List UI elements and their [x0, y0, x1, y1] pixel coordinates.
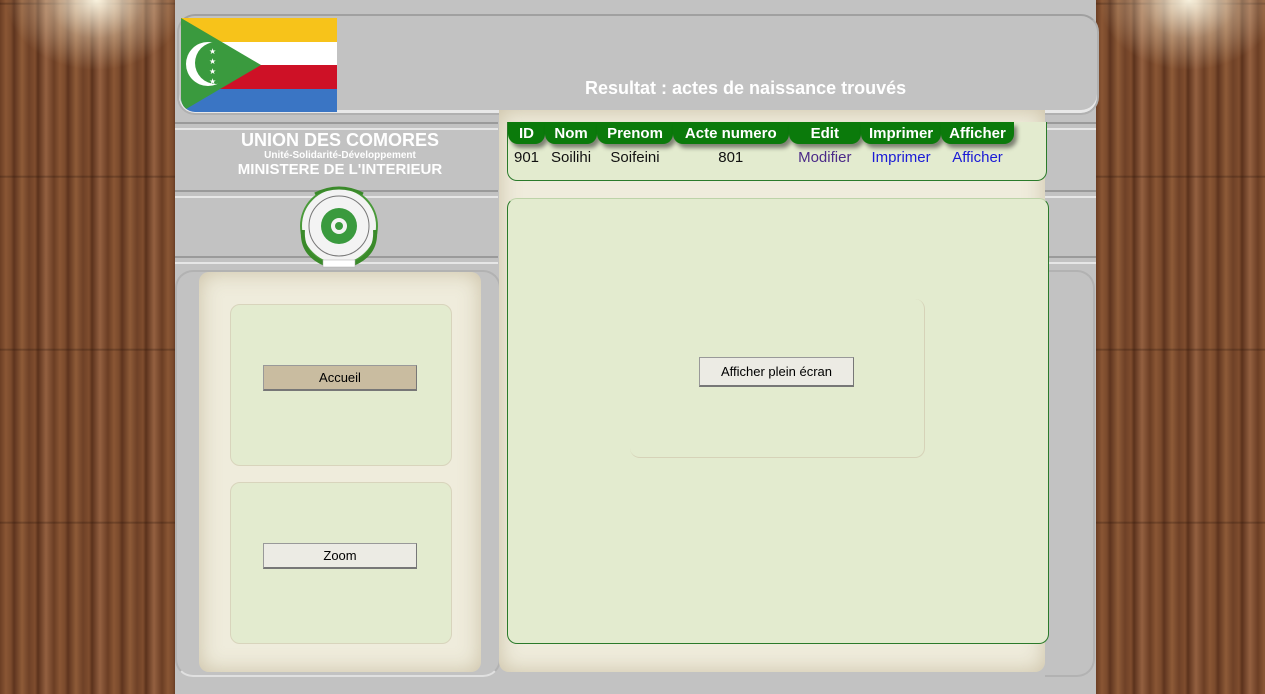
column-header-nom: Nom: [545, 122, 598, 144]
divider: [1045, 122, 1096, 130]
content-panel: ID Nom Prenom Acte numero Edit Imprimer …: [499, 110, 1049, 672]
divider: [1045, 190, 1096, 198]
right-frame: [1045, 270, 1095, 677]
cell-prenom: Soifeini: [610, 148, 660, 166]
page-container: ★ ★ ★ ★ Resultat : actes de naissance tr…: [175, 0, 1099, 694]
column-header-edit: Edit: [788, 122, 861, 144]
column-header-id: ID: [508, 122, 546, 144]
national-emblem-icon: [300, 186, 378, 268]
column-header-imprimer: Imprimer: [860, 122, 942, 144]
page-title: Resultat : actes de naissance trouvés: [585, 78, 907, 98]
fullscreen-button[interactable]: Afficher plein écran: [699, 357, 854, 387]
cell-acte-numero: 801: [718, 148, 744, 166]
column-header-afficher: Afficher: [941, 122, 1014, 144]
country-name: UNION DES COMORES: [240, 130, 440, 150]
government-heading: UNION DES COMORES Unité-Solidarité-Dével…: [175, 130, 505, 178]
table-header-row: ID Nom Prenom Acte numero Edit Imprimer …: [508, 122, 1014, 144]
results-table: ID Nom Prenom Acte numero Edit Imprimer …: [508, 122, 1014, 170]
results-table-box: ID Nom Prenom Acte numero Edit Imprimer …: [507, 122, 1047, 181]
cell-id: 901: [514, 148, 540, 166]
cell-nom: Soilihi: [551, 148, 592, 166]
header: ★ ★ ★ ★ Resultat : actes de naissance tr…: [177, 14, 1099, 115]
zoom-button[interactable]: Zoom: [263, 543, 417, 569]
wood-background-left: [0, 0, 175, 694]
print-link[interactable]: Imprimer: [871, 149, 930, 166]
zoom-box: Zoom: [230, 482, 452, 644]
document-viewer: Afficher plein écran: [507, 198, 1049, 644]
ministry-name: MINISTERE DE L'INTERIEUR: [237, 161, 443, 178]
divider: [175, 122, 498, 130]
table-row: 901 Soilihi Soifeini 801 Modifier Imprim…: [508, 144, 1014, 170]
comoros-flag: ★ ★ ★ ★: [181, 18, 337, 112]
modify-link[interactable]: Modifier: [798, 149, 851, 166]
show-link[interactable]: Afficher: [952, 149, 1003, 166]
column-header-acte-numero: Acte numero: [672, 122, 789, 144]
cell-show: Afficher: [941, 144, 1014, 170]
cell-print: Imprimer: [861, 144, 941, 170]
wood-background-right: [1096, 0, 1265, 694]
viewer-inner-box: Afficher plein écran: [630, 299, 925, 458]
home-box: Accueil: [230, 304, 452, 466]
home-button[interactable]: Accueil: [263, 365, 417, 391]
cell-edit: Modifier: [789, 144, 861, 170]
navigation-panel: Accueil Zoom: [199, 272, 481, 672]
divider: [1045, 256, 1096, 264]
column-header-prenom: Prenom: [597, 122, 673, 144]
